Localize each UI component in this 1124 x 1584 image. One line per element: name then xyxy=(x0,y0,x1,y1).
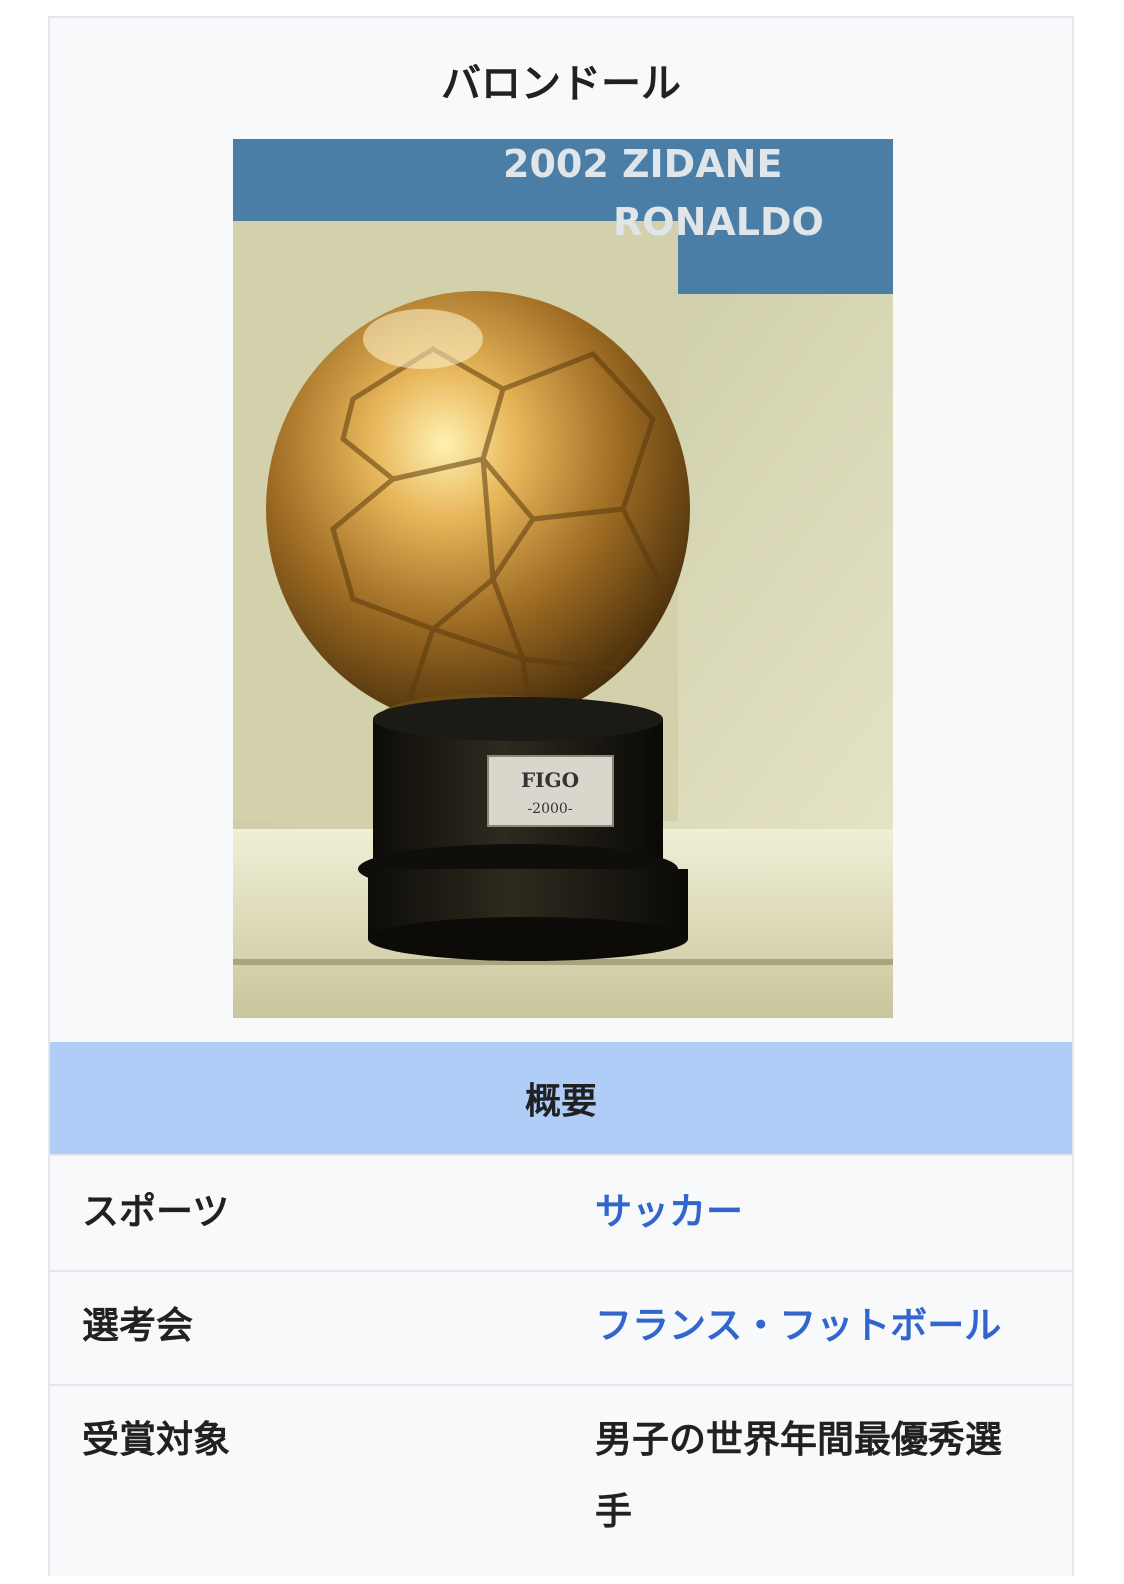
infobox-row-sport: スポーツ サッカー xyxy=(50,1154,1072,1270)
row-value-award-target: 男子の世界年間最優秀選手 xyxy=(595,1418,1002,1533)
infobox-row-award-target: 受賞対象 男子の世界年間最優秀選手 xyxy=(50,1384,1072,1584)
plaque-name: FIGO xyxy=(521,768,579,792)
infobox-title: バロンドール xyxy=(441,61,681,107)
row-value-sport-link[interactable]: サッカー xyxy=(595,1176,1035,1248)
plaque-year: -2000- xyxy=(527,801,572,817)
row-label-award-target: 受賞対象 xyxy=(82,1418,230,1461)
row-label-selection-committee: 選考会 xyxy=(82,1304,193,1347)
row-label-sport: スポーツ xyxy=(82,1190,230,1233)
banner-line-1: 2002 ZIDANE xyxy=(503,142,782,186)
row-value-selection-committee-link[interactable]: フランス・フットボール xyxy=(595,1290,1035,1362)
banner-line-2: RONALDO xyxy=(613,200,824,244)
infobox-row-selection-committee: 選考会 フランス・フットボール xyxy=(50,1270,1072,1386)
trophy-image[interactable]: 2002 ZIDANE RONALDO FIGO -2000- xyxy=(233,139,893,1018)
section-header-overview: 概要 xyxy=(50,1042,1072,1154)
infobox: バロンドール 2002 ZIDANE RONALDO FIGO -2000- 概… xyxy=(48,16,1074,1576)
